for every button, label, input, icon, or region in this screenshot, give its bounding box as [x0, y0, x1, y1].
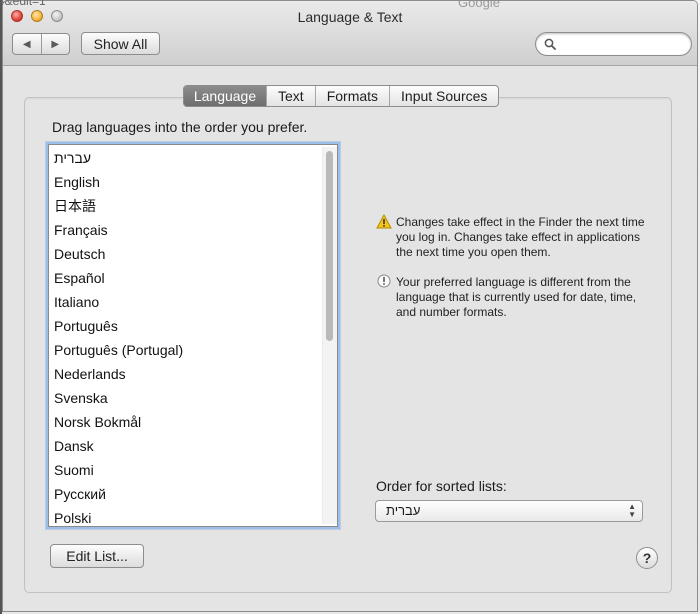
- back-button[interactable]: ◀: [13, 34, 41, 54]
- language-item[interactable]: 日本語: [54, 194, 96, 218]
- sorted-lists-select[interactable]: עברית ▲ ▼: [375, 500, 643, 522]
- chevron-left-icon: ◀: [22, 38, 31, 50]
- show-all-button[interactable]: Show All: [81, 32, 160, 55]
- left-edge-fragment: [0, 0, 2, 614]
- language-item[interactable]: Polski: [54, 506, 91, 526]
- info-exclamation-icon: [377, 274, 391, 288]
- background-url-fragment: 4&edit=1: [0, 0, 46, 8]
- tab-input-sources[interactable]: Input Sources: [389, 86, 498, 106]
- warning-icon: [376, 214, 392, 229]
- language-item[interactable]: English: [54, 170, 100, 194]
- search-input[interactable]: [560, 35, 689, 55]
- language-list[interactable]: עברית English 日本語 Français Deutsch Españ…: [48, 144, 338, 527]
- help-button[interactable]: ?: [636, 547, 658, 569]
- search-field[interactable]: [535, 32, 692, 56]
- language-item[interactable]: Norsk Bokmål: [54, 410, 141, 434]
- tab-text[interactable]: Text: [266, 86, 315, 106]
- language-item[interactable]: Svenska: [54, 386, 108, 410]
- edit-list-button[interactable]: Edit List...: [50, 544, 144, 568]
- language-item[interactable]: Nederlands: [54, 362, 126, 386]
- updown-arrows-icon: ▲ ▼: [628, 502, 636, 519]
- language-item[interactable]: Español: [54, 266, 105, 290]
- back-forward-control: ◀ ▶: [12, 33, 70, 55]
- sorted-lists-label: Order for sorted lists:: [376, 478, 507, 494]
- tab-bar: Language Text Formats Input Sources: [183, 85, 500, 107]
- sorted-lists-value: עברית: [386, 503, 421, 518]
- format-mismatch-text: Your preferred language is different fro…: [396, 275, 637, 319]
- language-item[interactable]: Português (Portugal): [54, 338, 183, 362]
- search-icon: [544, 38, 556, 50]
- language-item[interactable]: Suomi: [54, 458, 94, 482]
- forward-button[interactable]: ▶: [40, 34, 70, 54]
- language-instruction: Drag languages into the order you prefer…: [52, 119, 308, 135]
- title-bar: Google Language & Text ◀ ▶ Show All: [3, 1, 697, 66]
- restart-warning-text: Changes take effect in the Finder the ne…: [396, 215, 645, 259]
- language-item[interactable]: עברית: [54, 146, 91, 170]
- language-item[interactable]: Dansk: [54, 434, 94, 458]
- language-item[interactable]: Русский: [54, 482, 106, 506]
- chevron-right-icon: ▶: [51, 38, 60, 50]
- scrollbar-thumb[interactable]: [326, 151, 333, 341]
- window-title: Language & Text: [297, 9, 403, 25]
- language-item[interactable]: Deutsch: [54, 242, 105, 266]
- tab-formats[interactable]: Formats: [314, 86, 389, 106]
- vertical-scrollbar[interactable]: [322, 147, 337, 524]
- language-item[interactable]: Français: [54, 218, 108, 242]
- tab-language[interactable]: Language: [184, 86, 266, 106]
- language-item[interactable]: Italiano: [54, 290, 99, 314]
- language-item[interactable]: Português: [54, 314, 118, 338]
